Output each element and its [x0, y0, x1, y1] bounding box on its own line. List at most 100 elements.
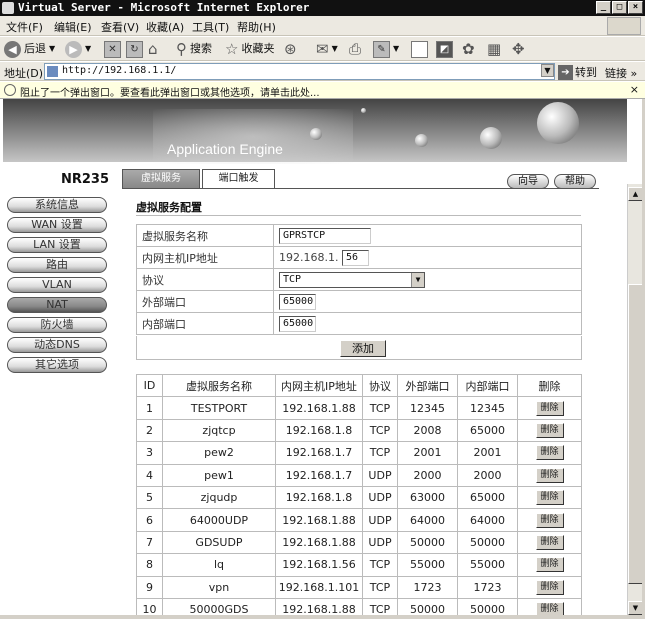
page-content: Application Engine NR235 系统信息 WAN 设置 LAN… — [3, 99, 627, 615]
messenger-button[interactable]: ◩ — [436, 40, 453, 58]
name-label: 虚拟服务名称 — [136, 224, 274, 247]
delete-button[interactable]: 删除 — [535, 445, 564, 461]
go-button[interactable]: ➔ 转到 — [558, 64, 597, 80]
wizard-button[interactable]: 向导 — [507, 174, 549, 189]
cell-delete: 删除 — [517, 575, 582, 599]
home-button[interactable]: ⌂ — [148, 40, 158, 58]
protocol-label: 协议 — [136, 268, 274, 291]
protocol-select[interactable]: TCP ▼ — [279, 271, 425, 288]
cell-name: zjqudp — [162, 485, 276, 510]
cell-protocol: TCP — [362, 396, 398, 420]
cell-name: lq — [162, 553, 276, 577]
address-input[interactable]: http://192.168.1.1/ — [44, 63, 555, 80]
back-button[interactable]: ◀ 后退 ▼ — [4, 40, 55, 58]
cell-id: 2 — [136, 418, 163, 443]
cell-internal-port: 50000 — [457, 597, 518, 615]
cell-external-port: 63000 — [397, 485, 458, 510]
print-button[interactable]: ⎙ — [349, 40, 361, 58]
tab-port-trigger[interactable]: 端口触发 — [202, 169, 275, 189]
menu-file[interactable]: 文件(F) — [6, 19, 43, 35]
menu-help[interactable]: 帮助(H) — [237, 19, 276, 35]
popup-info-text: 阻止了一个弹出窗口。要查看此弹出窗口或其他选项，请单击此处... — [20, 88, 320, 99]
delete-button[interactable]: 删除 — [535, 422, 564, 438]
menu-edit[interactable]: 编辑(E) — [54, 19, 92, 35]
search-button[interactable]: ⚲ 搜索 — [176, 40, 212, 58]
delete-button[interactable]: 删除 — [535, 400, 564, 416]
infobar-close-icon[interactable]: × — [630, 83, 639, 96]
delete-button[interactable]: 删除 — [535, 557, 564, 573]
nav-firewall[interactable]: 防火墙 — [7, 317, 107, 333]
address-dropdown-icon[interactable]: ▼ — [541, 64, 554, 77]
extra-button[interactable]: ✥ — [512, 40, 525, 58]
tools-button[interactable]: ▦ — [487, 40, 501, 58]
scroll-thumb[interactable] — [628, 284, 643, 584]
research-button[interactable]: ✿ — [462, 40, 475, 58]
popup-blocked-icon — [4, 84, 16, 96]
stop-button[interactable]: ✕ — [104, 40, 121, 58]
section-title: 虚拟服务配置 — [136, 201, 202, 214]
nav-wan-settings[interactable]: WAN 设置 — [7, 217, 107, 233]
cell-external-port: 50000 — [397, 530, 458, 555]
delete-button[interactable]: 删除 — [535, 602, 564, 615]
col-header-name: 虚拟服务名称 — [162, 373, 276, 398]
mail-icon: ✉ — [316, 40, 329, 58]
refresh-button[interactable]: ↻ — [126, 40, 143, 58]
close-button[interactable]: × — [628, 1, 643, 14]
nav-lan-settings[interactable]: LAN 设置 — [7, 237, 107, 253]
window-frame — [0, 615, 645, 619]
cell-internal-port: 1723 — [457, 575, 518, 599]
menu-favorites[interactable]: 收藏(A) — [146, 19, 184, 35]
mail-button[interactable]: ✉ ▼ — [316, 40, 338, 58]
menu-view[interactable]: 查看(V) — [101, 19, 139, 35]
banner: Application Engine — [3, 99, 627, 164]
minimize-button[interactable]: _ — [596, 1, 611, 14]
nav-system-info[interactable]: 系统信息 — [7, 197, 107, 213]
history-button[interactable]: ⊛ — [284, 40, 297, 58]
table-row: 4 pew1 192.168.1.7 UDP 2000 2000 删除 — [136, 463, 582, 487]
maximize-button[interactable]: □ — [612, 1, 627, 14]
cell-protocol: TCP — [362, 553, 398, 577]
menu-bar: 文件(F) 编辑(E) 查看(V) 收藏(A) 工具(T) 帮助(H) — [0, 16, 645, 36]
cell-delete: 删除 — [517, 396, 582, 420]
col-header-delete: 删除 — [517, 373, 582, 398]
cell-internal-port: 65000 — [457, 485, 518, 510]
address-label: 地址(D) — [4, 67, 44, 80]
decor-orb — [361, 108, 366, 113]
nav-nat[interactable]: NAT — [7, 297, 107, 313]
cell-delete: 删除 — [517, 530, 582, 555]
cell-id: 9 — [136, 575, 163, 599]
cell-protocol: UDP — [362, 508, 398, 532]
decor-orb — [310, 128, 322, 140]
delete-button[interactable]: 删除 — [535, 579, 564, 595]
delete-button[interactable]: 删除 — [535, 512, 564, 528]
nav-dynamic-dns[interactable]: 动态DNS — [7, 337, 107, 353]
favorites-button[interactable]: ☆ 收藏夹 — [225, 40, 274, 58]
scroll-up-icon[interactable]: ▲ — [628, 187, 643, 201]
external-port-input[interactable]: 65000 — [279, 293, 316, 310]
forward-button[interactable]: ▶ ▼ — [65, 40, 91, 58]
nav-other-options[interactable]: 其它选项 — [7, 357, 107, 373]
delete-button[interactable]: 删除 — [535, 490, 564, 506]
ip-last-octet-input[interactable]: 56 — [341, 249, 369, 266]
internal-port-input[interactable]: 65000 — [279, 315, 316, 332]
popup-info-bar[interactable]: 阻止了一个弹出窗口。要查看此弹出窗口或其他选项，请单击此处... × — [0, 82, 645, 99]
menu-tools[interactable]: 工具(T) — [192, 19, 229, 35]
cell-protocol: TCP — [362, 418, 398, 443]
scroll-down-icon[interactable]: ▼ — [628, 601, 643, 615]
vertical-scrollbar[interactable]: ▲ ▼ — [627, 184, 643, 615]
cell-external-port: 2008 — [397, 418, 458, 443]
add-button[interactable]: 添加 — [340, 340, 386, 357]
delete-button[interactable]: 删除 — [535, 467, 564, 483]
cell-name: 50000GDS — [162, 597, 276, 615]
edit-button[interactable]: ✎ ▼ — [373, 40, 399, 58]
tab-virtual-service[interactable]: 虚拟服务 — [122, 169, 200, 188]
links-button[interactable]: 链接 » — [605, 65, 637, 81]
delete-button[interactable]: 删除 — [535, 534, 564, 550]
help-button[interactable]: 帮助 — [554, 174, 596, 189]
go-arrow-icon: ➔ — [558, 64, 573, 80]
nav-vlan[interactable]: VLAN — [7, 277, 107, 293]
service-name-input[interactable]: GPRSTCP — [279, 227, 371, 244]
external-port-label: 外部端口 — [136, 290, 274, 313]
discuss-button[interactable] — [411, 40, 428, 58]
nav-routing[interactable]: 路由 — [7, 257, 107, 273]
